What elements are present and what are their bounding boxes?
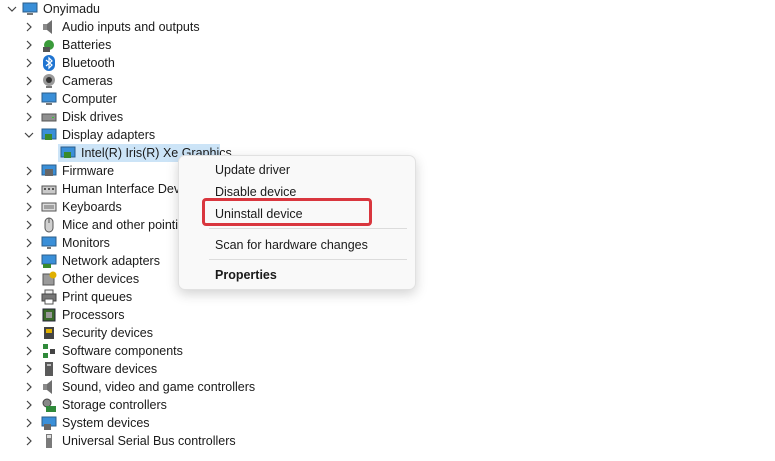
tree-item-cameras[interactable]: Cameras [0,72,260,90]
tree-item-computer[interactable]: Computer [0,90,260,108]
chevron-right-icon[interactable] [24,274,34,284]
security-device-icon [41,325,57,341]
battery-icon [41,37,57,53]
category-label: Display adapters [62,128,156,142]
category-label: Software components [62,344,183,358]
chevron-right-icon[interactable] [24,220,34,230]
printer-icon [41,289,57,305]
category-label: Cameras [62,74,113,88]
chevron-right-icon[interactable] [24,202,34,212]
hid-icon [41,181,57,197]
keyboard-icon [41,199,57,215]
category-label: Storage controllers [62,398,167,412]
tree-item-mice[interactable]: Mice and other pointi [0,216,180,234]
monitor-icon [41,235,57,251]
menu-item-scan-hardware[interactable]: Scan for hardware changes [215,237,368,253]
category-label: Firmware [62,164,115,178]
other-devices-icon [41,271,57,287]
tree-item-print-queues[interactable]: Print queues [0,288,260,306]
tree-item-usb-controllers[interactable]: Universal Serial Bus controllers [0,432,260,450]
firmware-icon [41,163,57,179]
tree-item-processors[interactable]: Processors [0,306,260,324]
tree-item-software-devices[interactable]: Software devices [0,360,260,378]
category-label: System devices [62,416,150,430]
category-label: Software devices [62,362,158,376]
menu-item-update-driver[interactable]: Update driver [215,162,290,178]
category-label: Batteries [62,38,112,52]
network-adapter-icon [41,253,57,269]
chevron-right-icon[interactable] [24,292,34,302]
chevron-down-icon[interactable] [24,130,34,140]
category-label: Print queues [62,290,133,304]
chevron-right-icon[interactable] [24,76,34,86]
storage-controller-icon [41,397,57,413]
category-label: Computer [62,92,117,106]
tree-item-security-devices[interactable]: Security devices [0,324,260,342]
menu-separator [209,228,407,229]
display-adapter-icon [60,145,76,161]
chevron-right-icon[interactable] [24,238,34,248]
chevron-right-icon[interactable] [24,346,34,356]
processor-icon [41,307,57,323]
category-label: Other devices [62,272,140,286]
category-label: Human Interface Devi [62,182,180,196]
tree-item-hid[interactable]: Human Interface Devi [0,180,180,198]
category-label: Mice and other pointi [62,218,179,232]
tree-item-batteries[interactable]: Batteries [0,36,260,54]
chevron-right-icon[interactable] [24,364,34,374]
tree-root-onyimadu[interactable]: Onyimadu [0,0,200,18]
category-label: Monitors [62,236,110,250]
chevron-right-icon[interactable] [24,166,34,176]
category-label: Audio inputs and outputs [62,20,200,34]
chevron-right-icon[interactable] [24,22,34,32]
tree-item-storage-controllers[interactable]: Storage controllers [0,396,260,414]
category-label: Security devices [62,326,154,340]
chevron-right-icon[interactable] [24,328,34,338]
category-label: Disk drives [62,110,124,124]
display-adapter-icon [41,127,57,143]
chevron-right-icon[interactable] [24,400,34,410]
chevron-right-icon[interactable] [24,418,34,428]
category-label: Keyboards [62,200,122,214]
software-component-icon [41,343,57,359]
tree-item-display-adapters[interactable]: Display adapters [0,126,260,144]
chevron-right-icon[interactable] [24,310,34,320]
mouse-icon [41,217,57,233]
category-label: Sound, video and game controllers [62,380,256,394]
bluetooth-icon [41,55,57,71]
chevron-right-icon[interactable] [24,382,34,392]
sound-icon [41,379,57,395]
chevron-down-icon[interactable] [7,4,17,14]
chevron-right-icon[interactable] [24,436,34,446]
tree-item-disk-drives[interactable]: Disk drives [0,108,260,126]
tree-item-bluetooth[interactable]: Bluetooth [0,54,260,72]
chevron-right-icon[interactable] [24,112,34,122]
category-label: Universal Serial Bus controllers [62,434,236,448]
category-label: Network adapters [62,254,160,268]
root-label: Onyimadu [43,2,100,16]
camera-icon [41,73,57,89]
chevron-right-icon[interactable] [24,184,34,194]
computer-icon [22,1,38,17]
computer-icon [41,91,57,107]
tree-item-sound-video-game[interactable]: Sound, video and game controllers [0,378,260,396]
menu-item-properties[interactable]: Properties [215,267,277,283]
disk-drive-icon [41,109,57,125]
system-device-icon [41,415,57,431]
category-label: Bluetooth [62,56,115,70]
speaker-icon [41,19,57,35]
menu-separator [209,259,407,260]
tree-item-system-devices[interactable]: System devices [0,414,260,432]
usb-icon [41,433,57,449]
tree-item-software-components[interactable]: Software components [0,342,260,360]
category-label: Processors [62,308,125,322]
uninstall-highlight-box [202,198,372,226]
chevron-right-icon[interactable] [24,40,34,50]
tree-item-audio[interactable]: Audio inputs and outputs [0,18,260,36]
chevron-right-icon[interactable] [24,256,34,266]
chevron-right-icon[interactable] [24,58,34,68]
chevron-right-icon[interactable] [24,94,34,104]
software-device-icon [41,361,57,377]
